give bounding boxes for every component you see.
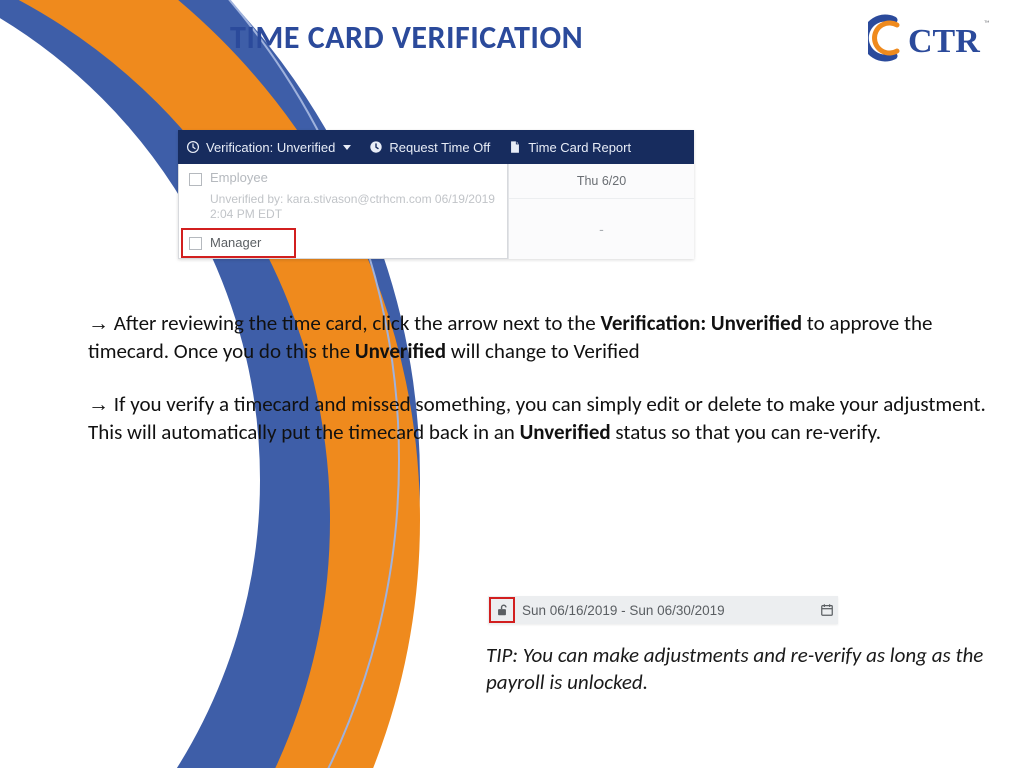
- svg-text:™: ™: [984, 19, 990, 29]
- employee-checkbox-row[interactable]: Employee: [179, 164, 507, 192]
- highlight-box: [489, 597, 515, 623]
- chevron-down-icon: [343, 145, 351, 150]
- employee-label: Employee: [210, 170, 268, 185]
- tip-text: TIP: You can make adjustments and re-ver…: [486, 642, 986, 696]
- arrow-right-icon: →: [88, 393, 109, 416]
- checkbox-unchecked-icon: [189, 173, 202, 186]
- document-icon: [508, 140, 522, 154]
- request-time-off-label: Request Time Off: [389, 140, 490, 155]
- clock-solid-icon: [369, 140, 383, 154]
- ctr-logo: CTR ™: [868, 12, 996, 64]
- time-card-report-label: Time Card Report: [528, 140, 631, 155]
- paragraph-1: → After reviewing the time card, click t…: [88, 310, 998, 365]
- day-header: Thu 6/20: [509, 164, 694, 199]
- verification-label: Verification: Unverified: [206, 140, 335, 155]
- date-range-text: Sun 06/16/2019 - Sun 06/30/2019: [516, 603, 816, 618]
- request-time-off-button[interactable]: Request Time Off: [369, 140, 490, 155]
- day-column: Thu 6/20 -: [508, 164, 694, 259]
- p1-bold-b: Unverified: [355, 338, 446, 364]
- manager-checkbox-row[interactable]: Manager: [179, 228, 507, 258]
- p2-text-b: status so that you can re-verify.: [611, 419, 881, 445]
- p1-bold-a: Verification: Unverified: [601, 310, 803, 336]
- p1-text-c: will change to Verified: [446, 338, 640, 364]
- highlight-box: [181, 228, 296, 258]
- instruction-text: → After reviewing the time card, click t…: [88, 310, 998, 472]
- p2-bold-a: Unverified: [520, 419, 611, 445]
- calendar-icon: [820, 603, 834, 617]
- clock-outline-icon: [186, 140, 200, 154]
- page-title: TIME CARD VERIFICATION: [230, 18, 583, 57]
- svg-text:CTR: CTR: [908, 23, 980, 60]
- p1-text-a: After reviewing the time card, click the…: [114, 310, 601, 336]
- employee-unverified-detail: Unverified by: kara.stivason@ctrhcm.com …: [179, 192, 507, 228]
- time-card-report-button[interactable]: Time Card Report: [508, 140, 631, 155]
- calendar-button[interactable]: [816, 603, 838, 617]
- verification-dropdown-panel: Employee Unverified by: kara.stivason@ct…: [178, 164, 508, 259]
- arrow-right-icon: →: [88, 312, 109, 335]
- paragraph-2: → If you verify a timecard and missed so…: [88, 391, 998, 446]
- day-cell: -: [509, 199, 694, 259]
- unlock-button[interactable]: [488, 596, 516, 624]
- verification-dropdown-button[interactable]: Verification: Unverified: [186, 140, 351, 155]
- date-range-bar: Sun 06/16/2019 - Sun 06/30/2019: [488, 596, 838, 624]
- timecard-toolbar: Verification: Unverified Request Time Of…: [178, 130, 694, 164]
- verification-screenshot: Verification: Unverified Request Time Of…: [178, 130, 694, 259]
